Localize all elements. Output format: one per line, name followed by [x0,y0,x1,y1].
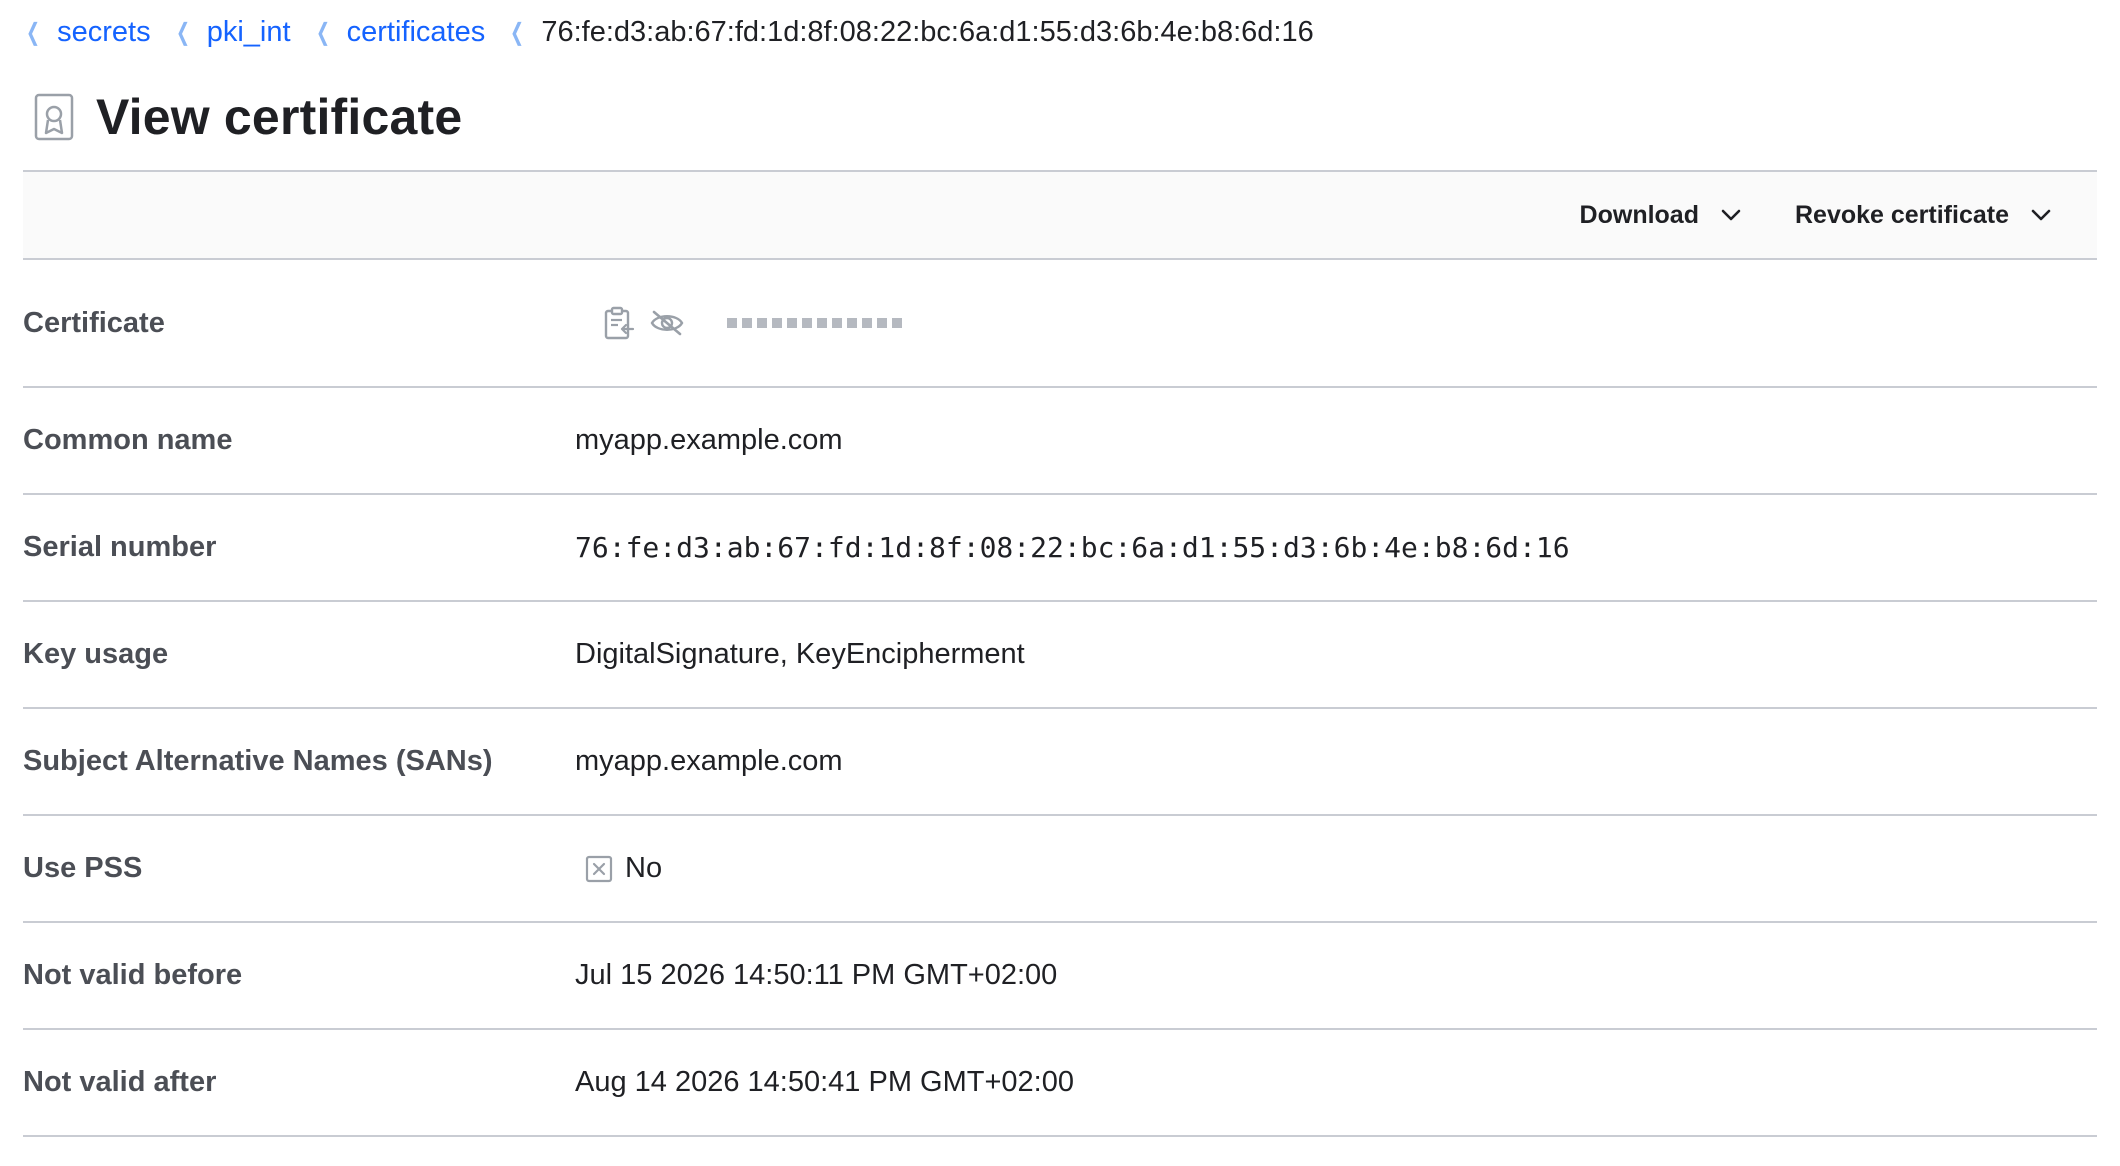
use-pss-text: No [625,852,663,884]
breadcrumb-link-pki-int[interactable]: pki_int [207,16,291,49]
certificate-icon [34,93,74,141]
breadcrumb-link-secrets[interactable]: secrets [57,16,150,49]
breadcrumb-current: 76:fe:d3:ab:67:fd:1d:8f:08:22:bc:6a:d1:5… [541,15,1314,48]
mask-dot [862,318,872,328]
chevron-left-icon: ❮ [175,18,190,46]
serial-number-value: 76:fe:d3:ab:67:fd:1d:8f:08:22:bc:6a:d1:5… [575,531,1570,564]
mask-dot [772,318,782,328]
certificate-masked-value [603,306,907,340]
mask-dot [817,318,827,328]
revoke-certificate-dropdown-button[interactable]: Revoke certificate [1795,201,2051,230]
breadcrumb-item-current: ❮ 76:fe:d3:ab:67:fd:1d:8f:08:22:bc:6a:d1… [507,15,1314,49]
row-certificate: Certificate [23,260,2097,388]
breadcrumb-item-secrets[interactable]: ❮ secrets [23,16,151,49]
mask-dot [757,318,767,328]
mask-dot [832,318,842,328]
page: ❮ secrets ❮ pki_int ❮ certificates ❮ 76:… [0,0,2120,1166]
breadcrumb-item-pki-int[interactable]: ❮ pki_int [173,16,291,49]
chevron-down-icon [2031,209,2051,221]
sans-value: myapp.example.com [575,745,843,777]
page-title: View certificate [96,89,463,145]
mask-dot [742,318,752,328]
row-not-valid-after: Not valid after Aug 14 2026 14:50:41 PM … [23,1030,2097,1137]
field-label: Serial number [23,531,217,563]
field-label: Common name [23,424,233,456]
common-name-value: myapp.example.com [575,424,843,456]
certificate-details: Certificate Common name myapp.example.co… [23,260,2097,1137]
use-pss-value: No [575,852,662,885]
mask-dot [727,318,737,328]
copy-icon[interactable] [603,306,635,340]
row-serial-number: Serial number 76:fe:d3:ab:67:fd:1d:8f:08… [23,495,2097,602]
row-sans: Subject Alternative Names (SANs) myapp.e… [23,709,2097,816]
toolbar: Download Revoke certificate [23,170,2097,260]
field-label: Certificate [23,306,165,339]
row-use-pss: Use PSS No [23,816,2097,923]
mask-dot [802,318,812,328]
x-square-icon [585,855,613,882]
field-label: Key usage [23,638,169,670]
mask-dot [877,318,887,328]
row-not-valid-before: Not valid before Jul 15 2026 14:50:11 PM… [23,923,2097,1030]
key-usage-value: DigitalSignature, KeyEncipherment [575,638,1025,670]
row-key-usage: Key usage DigitalSignature, KeyEncipherm… [23,602,2097,709]
breadcrumb-link-certificates[interactable]: certificates [347,16,486,49]
chevron-left-icon: ❮ [315,18,330,46]
field-label: Not valid after [23,1066,217,1098]
not-valid-after-value: Aug 14 2026 14:50:41 PM GMT+02:00 [575,1066,1074,1098]
breadcrumb-item-certificates[interactable]: ❮ certificates [313,16,486,49]
download-label: Download [1579,200,1699,229]
mask-dot [847,318,857,328]
chevron-down-icon [1721,209,1741,221]
row-common-name: Common name myapp.example.com [23,388,2097,495]
chevron-left-icon: ❮ [510,18,525,46]
revoke-label: Revoke certificate [1794,200,2009,229]
field-label: Subject Alternative Names (SANs) [23,745,493,777]
masked-secret-dots [727,318,907,328]
mask-dot [787,318,797,328]
chevron-left-icon: ❮ [26,18,41,46]
breadcrumb: ❮ secrets ❮ pki_int ❮ certificates ❮ 76:… [23,0,2097,64]
field-label: Use PSS [23,852,143,884]
not-valid-before-value: Jul 15 2026 14:50:11 PM GMT+02:00 [575,959,1058,991]
download-dropdown-button[interactable]: Download [1580,201,1741,230]
field-label: Not valid before [23,959,243,991]
mask-dot [892,318,902,328]
eye-off-icon[interactable] [649,309,685,337]
page-header: View certificate [23,64,2097,170]
